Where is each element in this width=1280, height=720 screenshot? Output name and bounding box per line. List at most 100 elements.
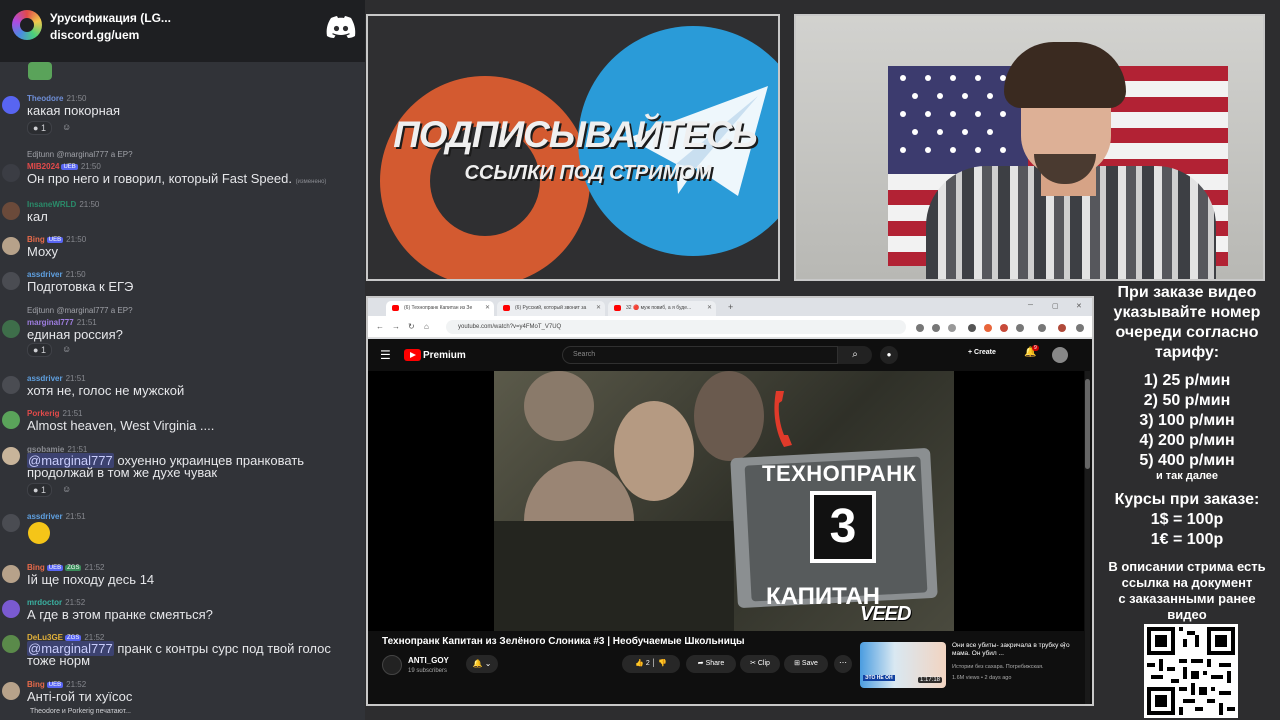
microphone-icon[interactable]: ● [880,346,898,364]
youtube-search-input[interactable]: Search [562,346,838,364]
discord-logo-icon [326,16,356,38]
hamburger-menu-icon[interactable]: ☰ [380,348,391,362]
video-coats [494,521,734,631]
scrollbar-thumb[interactable] [1085,379,1090,469]
video-player[interactable]: ТЕХНОПРАНК 3 КАПИТАН VEED [368,371,1084,631]
new-tab-icon[interactable]: + [728,302,733,312]
reaction-chip[interactable]: ● 1 [27,121,52,135]
youtube-brand[interactable]: Premium [423,350,466,361]
account-avatar[interactable] [1052,347,1068,363]
zoom-icon[interactable] [916,324,924,332]
close-tab-icon[interactable]: ✕ [485,304,490,311]
browser-tab[interactable]: 32 🔴 муж повиб, а я буде... ✕ [608,301,716,316]
username[interactable]: assdriver [27,512,63,521]
message-text: Ій ще походу десь 14 [27,572,155,587]
subscription-bell-button[interactable]: 🔔 ⌄ [466,655,498,673]
user-avatar [2,320,20,338]
recommended-menu-icon[interactable]: ⋮ [1060,641,1068,650]
save-button[interactable]: ⊞ Save [784,655,828,673]
tab-label: (6) Технопранк Капитан из Зе [404,305,473,311]
minimize-icon[interactable]: ─ [1028,302,1033,309]
channel-name[interactable]: ANTI_GOY [408,656,449,665]
chat-message: mrdoctor 21:52 А где в этом пранке смеять… [0,598,365,626]
username[interactable]: mrdoctor [27,598,62,607]
like-count: 2 [645,660,650,667]
timestamp: 21:52 [66,680,87,689]
timestamp: 21:50 [80,162,101,171]
extension-icon[interactable] [1000,324,1008,332]
youtube-favicon-icon [503,305,510,311]
tariff-line: 5) 400 р/мин [1139,452,1235,469]
forward-icon[interactable]: → [392,322,400,331]
webcam-feed [794,14,1265,281]
reload-icon[interactable]: ↻ [408,322,415,331]
browser-menu-icon[interactable] [1076,324,1084,332]
close-tab-icon[interactable]: ✕ [596,304,601,311]
chat-message: Porkerig 21:51 Almost heaven, West Virgin… [0,409,365,437]
address-bar[interactable]: youtube.com/watch?v=y4FMoT_V7UQ [446,320,906,334]
username[interactable]: Bing [27,680,45,689]
profile-icon[interactable] [1058,324,1066,332]
user-avatar [2,237,20,255]
recommended-title[interactable]: Они все убиты- закричала в трубку его ма… [952,642,1072,658]
chat-message: Edjtunn @marginal777 а ЕР? marginal777 21… [0,306,365,360]
username[interactable]: marginal777 [27,318,74,327]
channel-avatar[interactable] [382,655,402,675]
username[interactable]: MIB2024 [27,162,59,171]
add-reaction-icon[interactable]: ☺ [62,484,71,494]
username[interactable]: Porkerig [27,409,59,418]
message-text: @marginal777 пранк с контры сурс под тво… [27,641,352,667]
like-button[interactable]: 👍 2 │ 👎 [622,655,680,673]
reply-preview[interactable]: Edjtunn @marginal777 а ЕР? [27,150,133,159]
message-text: единая россия? [27,327,123,342]
tariff-line: 2) 50 р/мин [1143,392,1231,409]
server-name: Урусификация (LG... [50,11,171,25]
add-reaction-icon[interactable]: ☺ [62,344,71,354]
close-tab-icon[interactable]: ✕ [707,304,712,311]
add-reaction-icon[interactable]: ☺ [62,122,71,132]
extension-icon[interactable] [968,324,976,332]
server-invite-link[interactable]: discord.gg/uem [50,28,139,42]
video-duration: 1:17:18 [918,677,943,683]
user-avatar [2,447,20,465]
bookmark-icon[interactable] [948,324,956,332]
qr-code-image [1144,624,1238,718]
username[interactable]: InsaneWRLD [27,200,76,209]
clip-button[interactable]: ✂ Clip [740,655,780,673]
username[interactable]: assdriver [27,374,63,383]
more-actions-icon[interactable]: ⋯ [834,655,852,673]
info-line: При заказе видео [1117,284,1257,301]
youtube-logo-icon[interactable] [404,349,421,361]
username[interactable]: Bing [27,563,45,572]
username[interactable]: Bing [27,235,45,244]
timestamp: 21:51 [65,374,86,383]
timestamp: 21:51 [65,512,86,521]
chat-message: Bing UEB ZGS 21:52 Ій ще походу десь 14 [0,563,365,591]
create-button[interactable]: + Create [968,349,996,356]
message-text: Подготовка к ЕГЭ [27,279,134,294]
username[interactable]: assdriver [27,270,63,279]
close-window-icon[interactable]: ✕ [1076,302,1082,310]
chat-message: assdriver 21:50 Подготовка к ЕГЭ [0,270,365,298]
browser-tab[interactable]: (6) Русский, который звонит за ✕ [497,301,605,316]
extensions-puzzle-icon[interactable] [1016,324,1024,332]
reaction-chip[interactable]: ● 1 [27,343,52,357]
message-header: Bing UEB ZGS 21:52 [27,563,105,572]
search-icon[interactable]: ⌕ [838,346,872,364]
cast-icon[interactable] [932,324,940,332]
timestamp: 21:52 [65,598,86,607]
back-icon[interactable]: ← [376,322,384,331]
username[interactable]: Theodore [27,94,63,103]
extension-icon[interactable] [984,324,992,332]
video-title: Технопранк Капитан из Зелёного Слоника #… [382,636,745,647]
recommended-channel[interactable]: Истории без сахара. Погребижская. [952,664,1044,670]
info-line: очереди согласно [1115,324,1259,341]
share-button[interactable]: ➦ Share [686,655,736,673]
sidebar-icon[interactable] [1038,324,1046,332]
reaction-chip[interactable]: ● 1 [27,483,52,497]
home-icon[interactable]: ⌂ [424,322,429,331]
maximize-icon[interactable]: ▢ [1052,302,1059,310]
browser-tab[interactable]: (6) Технопранк Капитан из Зе ✕ [386,301,494,316]
info-line: указывайте номер [1113,304,1261,321]
reply-preview[interactable]: Edjtunn @marginal777 а ЕР? [27,306,133,315]
